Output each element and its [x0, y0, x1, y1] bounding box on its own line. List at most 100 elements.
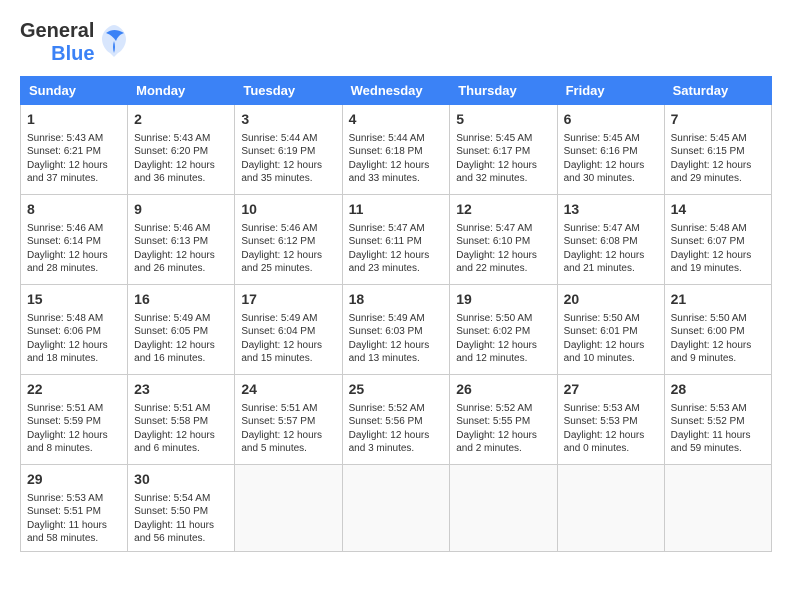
- day-number: 17: [241, 290, 335, 310]
- day-number: 24: [241, 380, 335, 400]
- day-info: Sunrise: 5:49 AM Sunset: 6:03 PM Dayligh…: [349, 312, 444, 366]
- week-row-1: 1Sunrise: 5:43 AM Sunset: 6:21 PM Daylig…: [21, 105, 772, 195]
- day-cell-4: 4Sunrise: 5:44 AM Sunset: 6:18 PM Daylig…: [342, 105, 450, 195]
- day-cell-6: 6Sunrise: 5:45 AM Sunset: 6:16 PM Daylig…: [557, 105, 664, 195]
- day-info: Sunrise: 5:46 AM Sunset: 6:13 PM Dayligh…: [134, 222, 228, 276]
- day-number: 4: [349, 110, 444, 130]
- column-header-sunday: Sunday: [21, 77, 128, 105]
- column-header-wednesday: Wednesday: [342, 77, 450, 105]
- day-info: Sunrise: 5:47 AM Sunset: 6:10 PM Dayligh…: [456, 222, 550, 276]
- day-cell-24: 24Sunrise: 5:51 AM Sunset: 5:57 PM Dayli…: [235, 375, 342, 465]
- day-info: Sunrise: 5:45 AM Sunset: 6:15 PM Dayligh…: [671, 132, 765, 186]
- day-number: 10: [241, 200, 335, 220]
- day-number: 28: [671, 380, 765, 400]
- day-number: 26: [456, 380, 550, 400]
- day-number: 5: [456, 110, 550, 130]
- day-cell-21: 21Sunrise: 5:50 AM Sunset: 6:00 PM Dayli…: [664, 285, 771, 375]
- week-row-4: 22Sunrise: 5:51 AM Sunset: 5:59 PM Dayli…: [21, 375, 772, 465]
- day-number: 27: [564, 380, 658, 400]
- day-cell-25: 25Sunrise: 5:52 AM Sunset: 5:56 PM Dayli…: [342, 375, 450, 465]
- day-number: 12: [456, 200, 550, 220]
- day-number: 11: [349, 200, 444, 220]
- empty-cell: [664, 465, 771, 552]
- day-info: Sunrise: 5:44 AM Sunset: 6:18 PM Dayligh…: [349, 132, 444, 186]
- day-cell-18: 18Sunrise: 5:49 AM Sunset: 6:03 PM Dayli…: [342, 285, 450, 375]
- day-info: Sunrise: 5:51 AM Sunset: 5:57 PM Dayligh…: [241, 402, 335, 456]
- day-number: 21: [671, 290, 765, 310]
- day-number: 30: [134, 470, 228, 490]
- day-info: Sunrise: 5:47 AM Sunset: 6:08 PM Dayligh…: [564, 222, 658, 276]
- day-cell-10: 10Sunrise: 5:46 AM Sunset: 6:12 PM Dayli…: [235, 195, 342, 285]
- day-info: Sunrise: 5:46 AM Sunset: 6:12 PM Dayligh…: [241, 222, 335, 276]
- day-cell-3: 3Sunrise: 5:44 AM Sunset: 6:19 PM Daylig…: [235, 105, 342, 195]
- day-number: 14: [671, 200, 765, 220]
- day-number: 25: [349, 380, 444, 400]
- day-info: Sunrise: 5:47 AM Sunset: 6:11 PM Dayligh…: [349, 222, 444, 276]
- day-number: 1: [27, 110, 121, 130]
- day-cell-9: 9Sunrise: 5:46 AM Sunset: 6:13 PM Daylig…: [128, 195, 235, 285]
- day-info: Sunrise: 5:43 AM Sunset: 6:21 PM Dayligh…: [27, 132, 121, 186]
- day-info: Sunrise: 5:50 AM Sunset: 6:02 PM Dayligh…: [456, 312, 550, 366]
- day-info: Sunrise: 5:43 AM Sunset: 6:20 PM Dayligh…: [134, 132, 228, 186]
- column-header-tuesday: Tuesday: [235, 77, 342, 105]
- week-row-2: 8Sunrise: 5:46 AM Sunset: 6:14 PM Daylig…: [21, 195, 772, 285]
- day-info: Sunrise: 5:48 AM Sunset: 6:07 PM Dayligh…: [671, 222, 765, 276]
- day-info: Sunrise: 5:53 AM Sunset: 5:53 PM Dayligh…: [564, 402, 658, 456]
- empty-cell: [450, 465, 557, 552]
- day-cell-13: 13Sunrise: 5:47 AM Sunset: 6:08 PM Dayli…: [557, 195, 664, 285]
- day-cell-1: 1Sunrise: 5:43 AM Sunset: 6:21 PM Daylig…: [21, 105, 128, 195]
- day-number: 18: [349, 290, 444, 310]
- day-cell-11: 11Sunrise: 5:47 AM Sunset: 6:11 PM Dayli…: [342, 195, 450, 285]
- empty-cell: [342, 465, 450, 552]
- day-number: 7: [671, 110, 765, 130]
- column-header-monday: Monday: [128, 77, 235, 105]
- day-number: 23: [134, 380, 228, 400]
- day-info: Sunrise: 5:48 AM Sunset: 6:06 PM Dayligh…: [27, 312, 121, 366]
- day-cell-23: 23Sunrise: 5:51 AM Sunset: 5:58 PM Dayli…: [128, 375, 235, 465]
- day-number: 29: [27, 470, 121, 490]
- day-number: 8: [27, 200, 121, 220]
- day-info: Sunrise: 5:45 AM Sunset: 6:16 PM Dayligh…: [564, 132, 658, 186]
- day-cell-7: 7Sunrise: 5:45 AM Sunset: 6:15 PM Daylig…: [664, 105, 771, 195]
- day-cell-17: 17Sunrise: 5:49 AM Sunset: 6:04 PM Dayli…: [235, 285, 342, 375]
- column-header-saturday: Saturday: [664, 77, 771, 105]
- logo-bird-icon: [98, 23, 130, 64]
- day-info: Sunrise: 5:44 AM Sunset: 6:19 PM Dayligh…: [241, 132, 335, 186]
- day-number: 16: [134, 290, 228, 310]
- header: General Blue: [20, 20, 772, 66]
- day-cell-22: 22Sunrise: 5:51 AM Sunset: 5:59 PM Dayli…: [21, 375, 128, 465]
- day-number: 19: [456, 290, 550, 310]
- empty-cell: [557, 465, 664, 552]
- day-number: 3: [241, 110, 335, 130]
- column-header-thursday: Thursday: [450, 77, 557, 105]
- day-number: 22: [27, 380, 121, 400]
- day-cell-15: 15Sunrise: 5:48 AM Sunset: 6:06 PM Dayli…: [21, 285, 128, 375]
- day-number: 13: [564, 200, 658, 220]
- day-info: Sunrise: 5:49 AM Sunset: 6:04 PM Dayligh…: [241, 312, 335, 366]
- logo-blue: Blue: [51, 43, 94, 66]
- day-info: Sunrise: 5:45 AM Sunset: 6:17 PM Dayligh…: [456, 132, 550, 186]
- day-cell-5: 5Sunrise: 5:45 AM Sunset: 6:17 PM Daylig…: [450, 105, 557, 195]
- calendar-header-row: SundayMondayTuesdayWednesdayThursdayFrid…: [21, 77, 772, 105]
- week-row-5: 29Sunrise: 5:53 AM Sunset: 5:51 PM Dayli…: [21, 465, 772, 552]
- day-cell-2: 2Sunrise: 5:43 AM Sunset: 6:20 PM Daylig…: [128, 105, 235, 195]
- logo: General Blue: [20, 20, 130, 66]
- day-info: Sunrise: 5:51 AM Sunset: 5:59 PM Dayligh…: [27, 402, 121, 456]
- day-cell-19: 19Sunrise: 5:50 AM Sunset: 6:02 PM Dayli…: [450, 285, 557, 375]
- day-cell-29: 29Sunrise: 5:53 AM Sunset: 5:51 PM Dayli…: [21, 465, 128, 552]
- calendar: SundayMondayTuesdayWednesdayThursdayFrid…: [20, 76, 772, 552]
- day-cell-14: 14Sunrise: 5:48 AM Sunset: 6:07 PM Dayli…: [664, 195, 771, 285]
- day-number: 6: [564, 110, 658, 130]
- column-header-friday: Friday: [557, 77, 664, 105]
- day-cell-8: 8Sunrise: 5:46 AM Sunset: 6:14 PM Daylig…: [21, 195, 128, 285]
- day-info: Sunrise: 5:52 AM Sunset: 5:56 PM Dayligh…: [349, 402, 444, 456]
- day-number: 2: [134, 110, 228, 130]
- day-info: Sunrise: 5:53 AM Sunset: 5:51 PM Dayligh…: [27, 492, 121, 546]
- day-info: Sunrise: 5:51 AM Sunset: 5:58 PM Dayligh…: [134, 402, 228, 456]
- day-cell-20: 20Sunrise: 5:50 AM Sunset: 6:01 PM Dayli…: [557, 285, 664, 375]
- day-cell-26: 26Sunrise: 5:52 AM Sunset: 5:55 PM Dayli…: [450, 375, 557, 465]
- day-number: 20: [564, 290, 658, 310]
- day-cell-28: 28Sunrise: 5:53 AM Sunset: 5:52 PM Dayli…: [664, 375, 771, 465]
- day-number: 15: [27, 290, 121, 310]
- empty-cell: [235, 465, 342, 552]
